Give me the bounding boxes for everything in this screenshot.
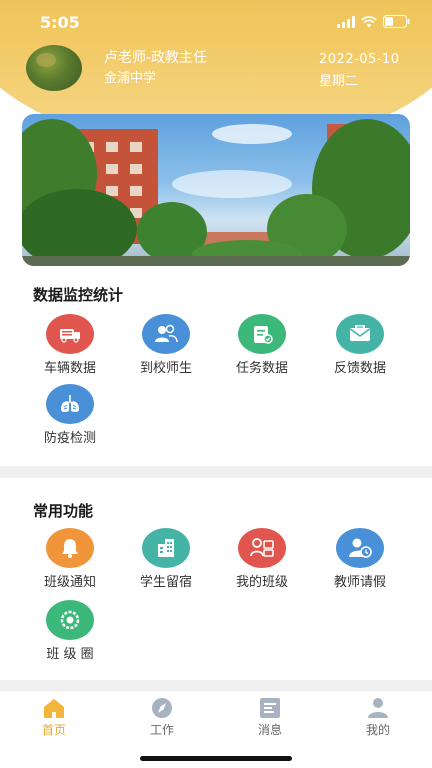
home-icon <box>41 697 67 719</box>
circle-icon <box>46 600 94 640</box>
teacher-leave-button[interactable]: 教师请假 <box>312 528 408 590</box>
feedback-mail-icon <box>336 314 384 354</box>
section-title: 常用功能 <box>33 502 94 520</box>
car-data-label: 车辆数据 <box>43 361 96 376</box>
common-section: 常用功能 班级通知 学生留宿 我的班级 教师请假 班 级 圈 <box>0 478 432 680</box>
wifi-icon <box>361 15 377 28</box>
class-circle-label: 班 级 圈 <box>46 647 94 662</box>
feedback-data-label: 反馈数据 <box>333 361 386 376</box>
bell-icon <box>46 528 94 568</box>
task-icon <box>238 314 286 354</box>
epidemic-check-label: 防疫检测 <box>43 431 96 446</box>
home-indicator <box>140 756 292 761</box>
feedback-data-button[interactable]: 反馈数据 <box>312 314 408 376</box>
tab-home-label: 首页 <box>41 723 66 737</box>
tab-work-label: 工作 <box>149 723 174 737</box>
user-name: 卢老师-政教主任 <box>104 50 208 66</box>
status-bar: 5:05 <box>0 0 432 44</box>
tab-work[interactable]: 工作 <box>122 697 202 738</box>
car-data-button[interactable]: 车辆数据 <box>22 314 118 376</box>
current-weekday: 星期二 <box>319 74 359 89</box>
tab-messages-label: 消息 <box>257 723 282 737</box>
car-icon <box>46 314 94 354</box>
section-divider <box>0 680 432 690</box>
teacher-leave-icon <box>336 528 384 568</box>
class-notice-label: 班级通知 <box>43 575 96 590</box>
student-stay-label: 学生留宿 <box>139 575 192 590</box>
banner-image[interactable] <box>22 114 410 266</box>
epidemic-check-button[interactable]: 防疫检测 <box>22 384 118 446</box>
tab-messages[interactable]: 消息 <box>230 697 310 738</box>
tab-profile-label: 我的 <box>365 723 390 737</box>
student-stay-button[interactable]: 学生留宿 <box>118 528 214 590</box>
status-time: 5:05 <box>40 13 80 32</box>
arrival-data-label: 到校师生 <box>139 361 192 376</box>
task-data-label: 任务数据 <box>235 361 288 376</box>
class-circle-button[interactable]: 班 级 圈 <box>22 600 118 662</box>
avatar[interactable] <box>26 45 82 91</box>
class-notice-button[interactable]: 班级通知 <box>22 528 118 590</box>
lungs-icon <box>46 384 94 424</box>
task-data-button[interactable]: 任务数据 <box>214 314 310 376</box>
message-icon <box>257 697 283 719</box>
section-title: 数据监控统计 <box>33 286 124 304</box>
section-divider <box>0 466 432 478</box>
compass-icon <box>149 697 175 719</box>
arrival-data-button[interactable]: 到校师生 <box>118 314 214 376</box>
people-icon <box>142 314 190 354</box>
school-name: 金浦中学 <box>104 71 157 86</box>
current-date: 2022-05-10 <box>319 52 400 67</box>
status-icons <box>337 15 410 28</box>
my-class-button[interactable]: 我的班级 <box>214 528 310 590</box>
class-icon <box>238 528 286 568</box>
signal-icon <box>337 15 355 28</box>
my-class-label: 我的班级 <box>235 575 288 590</box>
teacher-leave-label: 教师请假 <box>333 575 386 590</box>
battery-icon <box>383 15 410 28</box>
profile-icon <box>365 697 391 719</box>
tab-home[interactable]: 首页 <box>14 697 94 738</box>
tab-profile[interactable]: 我的 <box>338 697 418 738</box>
monitor-section: 数据监控统计 车辆数据 到校师生 任务数据 反馈数据 防疫检测 <box>0 272 432 464</box>
building-icon <box>142 528 190 568</box>
